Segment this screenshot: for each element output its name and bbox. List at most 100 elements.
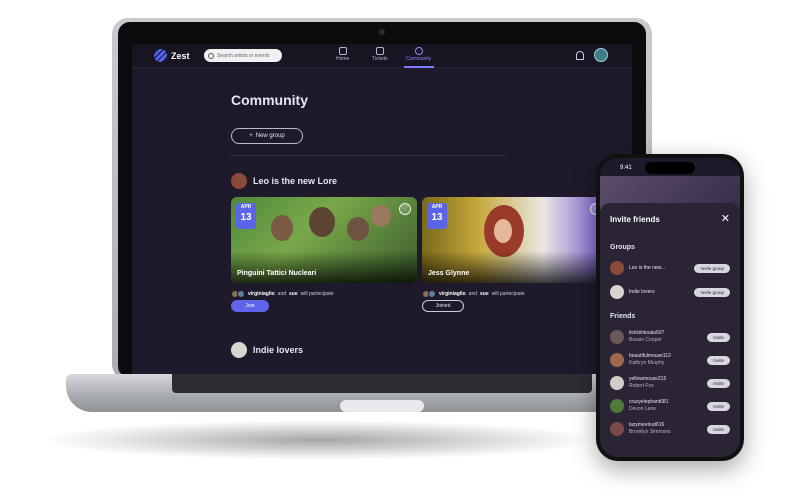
event-title: Jess Glynne: [428, 270, 470, 277]
event-date: APR 13: [427, 203, 447, 229]
friend-username: yellowmouse215: [629, 376, 667, 382]
list-item: crazyelephant681 Devon Lane Invite: [610, 399, 730, 413]
friend-name: Robert Fox: [629, 383, 654, 389]
search-icon: [208, 52, 214, 59]
event-month: APR: [431, 204, 443, 210]
invite-button[interactable]: Invite: [707, 424, 730, 434]
attendees-and: and: [468, 291, 478, 297]
search-placeholder: Search artists or events: [217, 52, 270, 59]
event-image: [494, 219, 512, 243]
brand-name: Zest: [171, 50, 190, 61]
event-image: [347, 217, 369, 241]
attendee-1: virginiaglio: [248, 291, 275, 297]
avatar: [610, 422, 624, 436]
invite-button[interactable]: Invite: [707, 332, 730, 342]
invite-button[interactable]: Invite: [707, 378, 730, 388]
divider: [231, 155, 505, 156]
friend-username: ticklishkoala607: [629, 330, 665, 336]
heart-icon[interactable]: ♡: [399, 203, 411, 215]
nav-community[interactable]: Community: [406, 47, 431, 62]
plus-icon: +: [249, 133, 253, 139]
list-item: beautifulmouse112 Kathryn Murphy Invite: [610, 353, 730, 367]
invite-button[interactable]: Invite: [707, 355, 730, 365]
invite-group-button[interactable]: Invite group: [694, 263, 730, 273]
attendee-1: virginiaglio: [439, 291, 466, 297]
close-icon[interactable]: ✕: [721, 212, 730, 225]
invite-group-button[interactable]: Invite group: [694, 287, 730, 297]
nav-home[interactable]: Home: [336, 47, 349, 62]
friends-label: Friends: [610, 313, 636, 320]
sheet-title: Invite friends: [610, 215, 660, 224]
avatar: [610, 399, 624, 413]
new-group-button[interactable]: + New group: [231, 128, 303, 144]
friend-info: lazymeerkat616 Brooklyn Simmons: [629, 422, 702, 436]
phone-screen: 9:41 Invite friends ✕ Groups Leo is the …: [600, 158, 740, 457]
card-shade: [422, 251, 608, 283]
avatar: [610, 261, 624, 275]
laptop-notch: [340, 400, 424, 412]
home-icon: [338, 47, 347, 55]
avatar[interactable]: [594, 48, 608, 62]
group-name: Indie lovers: [253, 345, 304, 355]
joined-button[interactable]: Joined: [422, 300, 464, 312]
attendee-2: sue: [289, 291, 298, 297]
group-avatar: [231, 342, 247, 358]
event-card[interactable]: APR 13 ♡ Jess Glynne: [422, 197, 608, 283]
event-card[interactable]: APR 13 ♡ Pinguini Tattici Nucleari: [231, 197, 417, 283]
join-button[interactable]: Join: [231, 300, 269, 312]
nav-community-label: Community: [406, 56, 432, 62]
list-item: yellowmouse215 Robert Fox Invite: [610, 376, 730, 390]
group-name: Leo is the new Lore: [253, 176, 338, 186]
groups-label: Groups: [610, 244, 635, 251]
attendees: virginiaglio and sue will partecipate: [231, 290, 334, 298]
invite-button[interactable]: Invite: [707, 401, 730, 411]
friend-username: lazymeerkat616: [629, 422, 665, 428]
event-title: Pinguini Tattici Nucleari: [237, 270, 317, 277]
status-time: 9:41: [620, 165, 632, 171]
event-image: [371, 205, 391, 227]
laptop-shadow: [40, 420, 600, 460]
new-group-label: New group: [255, 133, 285, 139]
webcam: [379, 29, 385, 35]
laptop-screen: Zest Search artists or events Home Ticke…: [132, 44, 632, 374]
friend-username: crazyelephant681: [629, 399, 669, 405]
nav-home-label: Home: [336, 56, 350, 62]
page-title: Community: [231, 92, 308, 108]
nav-active-indicator: [404, 66, 434, 68]
friend-info: crazyelephant681 Devon Lane: [629, 399, 702, 413]
attendees-suffix: will partecipate: [300, 291, 334, 297]
bell-icon[interactable]: [576, 51, 584, 60]
ticket-icon: [375, 47, 384, 55]
brand[interactable]: Zest: [154, 49, 190, 62]
group-name: Indie lovers: [629, 288, 655, 295]
search-input[interactable]: Search artists or events: [204, 49, 282, 62]
card-shade: [231, 251, 417, 283]
list-item: ticklishkoala607 Bessie Cooper Invite: [610, 330, 730, 344]
event-day: 13: [240, 212, 252, 223]
nav-tickets[interactable]: Tickets: [372, 47, 388, 62]
avatar: [610, 353, 624, 367]
friend-name: Brooklyn Simmons: [629, 429, 671, 435]
friend-name: Kathryn Murphy: [629, 360, 665, 366]
friend-name: Bessie Cooper: [629, 337, 662, 343]
attendees-suffix: will partecipate: [491, 291, 525, 297]
laptop-keyboard: [172, 373, 592, 393]
invite-sheet: Invite friends ✕ Groups Leo is the new..…: [600, 203, 740, 457]
group-header[interactable]: Leo is the new Lore: [231, 173, 337, 189]
event-date: APR 13: [236, 203, 256, 229]
friend-info: beautifulmouse112 Kathryn Murphy: [629, 353, 702, 367]
zest-logo-icon: [154, 49, 167, 62]
avatar: [610, 285, 624, 299]
community-icon: [414, 47, 423, 55]
group-name: Leo is the new...: [629, 264, 666, 271]
friend-name: Devon Lane: [629, 406, 656, 412]
event-image: [271, 215, 293, 241]
device-mockup: Zest Search artists or events Home Ticke…: [0, 0, 800, 500]
group-header[interactable]: Indie lovers: [231, 342, 303, 358]
event-month: APR: [240, 204, 252, 210]
attendee-2: sue: [480, 291, 489, 297]
friend-username: beautifulmouse112: [629, 353, 671, 359]
friend-info: ticklishkoala607 Bessie Cooper: [629, 330, 702, 344]
attendee-avatar: [428, 290, 436, 298]
avatar: [610, 330, 624, 344]
